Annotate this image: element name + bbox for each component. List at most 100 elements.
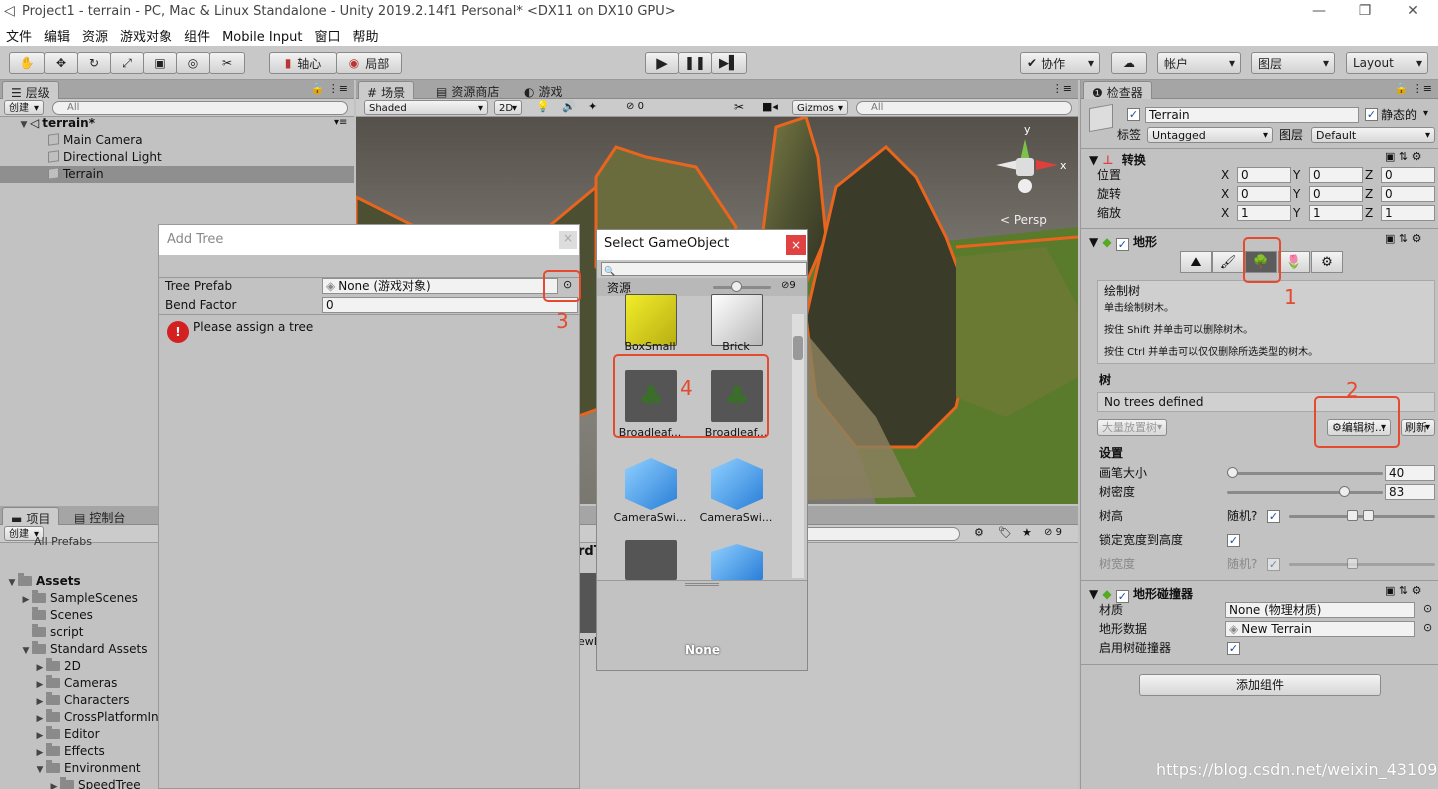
expand-arrow-icon[interactable]: ▼ [6, 575, 18, 592]
filter-type-icon[interactable]: ⚙ [974, 526, 984, 539]
project-folder-2d[interactable]: ▶ 2D [34, 658, 81, 675]
tab-hierarchy[interactable]: ☰ 层级 [2, 81, 59, 100]
favorite-icon[interactable]: ★ [1022, 526, 1032, 539]
brush-size-slider[interactable] [1227, 472, 1383, 475]
position-x-input[interactable]: 0 [1237, 167, 1291, 183]
rotation-z-input[interactable]: 0 [1381, 186, 1435, 202]
component-icons[interactable]: ▣ ⇅ ⚙ [1385, 584, 1421, 597]
add-component-button[interactable]: 添加组件 [1139, 674, 1381, 696]
rotate-tool-icon[interactable]: ↻ [77, 52, 111, 74]
tab-project[interactable]: ▬ 项目 [2, 507, 60, 526]
terrain-data-field[interactable]: ◈ New Terrain [1225, 621, 1415, 637]
tools-icon[interactable]: ✂ [734, 100, 744, 114]
layers-dropdown[interactable]: 图层 ▾ [1251, 52, 1335, 74]
audio-toggle-icon[interactable]: 🔊 [562, 100, 576, 113]
expand-arrow-icon[interactable]: ▼ [34, 762, 46, 779]
position-z-input[interactable]: 0 [1381, 167, 1435, 183]
hierarchy-item-terrain[interactable]: Terrain [0, 166, 354, 183]
tree-height-slider[interactable] [1289, 515, 1435, 518]
asset-thumb-boxsmall[interactable] [625, 294, 677, 346]
cloud-icon[interactable]: ☁ [1111, 52, 1147, 74]
scene-gizmo[interactable]: y x [994, 123, 1074, 203]
project-folder-editor[interactable]: ▶ Editor [34, 726, 100, 743]
material-field[interactable]: None (物理材质) [1225, 602, 1415, 618]
hand-tool-icon[interactable]: ✋ [9, 52, 45, 74]
scale-x-input[interactable]: 1 [1237, 205, 1291, 221]
hierarchy-search-input[interactable]: All [52, 101, 348, 115]
tag-dropdown[interactable]: Untagged [1147, 127, 1273, 143]
effects-toggle-icon[interactable]: ✦ [588, 100, 597, 113]
account-dropdown[interactable]: 帐户 ▾ [1157, 52, 1241, 74]
lighting-toggle-icon[interactable]: 💡 [536, 100, 550, 113]
rotation-x-input[interactable]: 0 [1237, 186, 1291, 202]
asset-thumb-brick[interactable] [711, 294, 763, 346]
select-scrollbar[interactable] [792, 314, 804, 578]
object-name-input[interactable]: Terrain [1145, 107, 1359, 123]
static-dropdown-icon[interactable]: ▾ [1423, 108, 1428, 119]
terrain-data-picker-icon[interactable]: ⊙ [1423, 621, 1432, 634]
tree-prefab-field[interactable]: ◈ None (游戏对象) [322, 278, 558, 294]
brush-size-input[interactable]: 40 [1385, 465, 1435, 481]
terrain-collider-header[interactable]: ▼ ◆ ✓ 地形碰撞器 [1089, 585, 1193, 603]
scale-z-input[interactable]: 1 [1381, 205, 1435, 221]
scene-menu-icon[interactable]: ▾≡ [334, 117, 347, 128]
panel-menu-icon[interactable]: 🔒 ⋮≡ [311, 82, 348, 95]
tab-asset-store[interactable]: ▤ 资源商店 [428, 81, 507, 99]
select-close-icon[interactable]: × [786, 235, 806, 255]
hidden-count[interactable]: ⊘ 9 [1044, 527, 1062, 538]
maximize-icon[interactable]: ❐ [1350, 3, 1380, 19]
favorite-all-prefabs[interactable]: All Prefabs [34, 536, 92, 550]
project-folder-scenes[interactable]: Scenes [20, 607, 93, 624]
add-tree-close-icon[interactable]: × [559, 231, 577, 249]
bend-factor-input[interactable]: 0 [322, 297, 578, 313]
mass-place-trees-button[interactable]: 大量放置树 [1097, 419, 1167, 436]
tree-density-slider[interactable] [1227, 491, 1383, 494]
custom-tool-icon[interactable]: ✂ [209, 52, 245, 74]
active-checkbox[interactable]: ✓ [1127, 108, 1140, 121]
asset-thumb-car[interactable] [625, 540, 677, 580]
refresh-button[interactable]: 刷新 [1401, 419, 1435, 436]
tab-console[interactable]: ▤ 控制台 [66, 507, 133, 525]
enable-tree-colliders-checkbox[interactable]: ✓ [1227, 642, 1240, 655]
step-icon[interactable]: ▶▌ [711, 52, 747, 74]
asset-thumb-cube[interactable] [711, 544, 763, 580]
pivot-button[interactable]: ▮ 轴心 [269, 52, 337, 74]
tab-game[interactable]: ◐ 游戏 [516, 81, 571, 99]
filter-label-icon[interactable]: 🏷 [998, 526, 1012, 539]
tree-density-input[interactable]: 83 [1385, 484, 1435, 500]
transform-tool-icon[interactable]: ◎ [176, 52, 210, 74]
project-folder-cameras[interactable]: ▶ Cameras [34, 675, 117, 692]
scale-tool-icon[interactable]: ⤢ [110, 52, 144, 74]
menu-window[interactable]: 窗口 [309, 24, 347, 45]
position-y-input[interactable]: 0 [1309, 167, 1363, 183]
raise-terrain-icon[interactable]: ⛰ [1180, 251, 1212, 273]
hierarchy-item-directional-light[interactable]: Directional Light [48, 149, 162, 166]
project-folder-characters[interactable]: ▶ Characters [34, 692, 130, 709]
collab-button[interactable]: ✔ 协作 ▾ [1020, 52, 1100, 74]
project-folder-effects[interactable]: ▶ Effects [34, 743, 105, 760]
play-icon[interactable]: ▶ [645, 52, 679, 74]
tree-height-random-checkbox[interactable]: ✓ [1267, 510, 1280, 523]
project-folder-speedtree[interactable]: ▶ SpeedTree [48, 777, 141, 789]
terrain-settings-icon[interactable]: ⚙ [1311, 251, 1343, 273]
gizmos-dropdown[interactable]: Gizmos [792, 100, 848, 115]
lock-width-checkbox[interactable]: ✓ [1227, 534, 1240, 547]
expand-arrow-icon[interactable]: ▶ [48, 779, 60, 789]
project-folder-assets[interactable]: ▼ Assets [6, 573, 81, 590]
tree-width-random-checkbox[interactable]: ✓ [1267, 558, 1280, 571]
terrain-header[interactable]: ▼ ◆ ✓ 地形 [1089, 233, 1157, 251]
tab-scene[interactable]: # 场景 [358, 81, 415, 100]
menu-edit[interactable]: 编辑 [38, 24, 76, 45]
create-dropdown[interactable]: 创建 [4, 100, 44, 115]
shading-dropdown[interactable]: Shaded [364, 100, 488, 115]
menu-help[interactable]: 帮助 [347, 24, 385, 45]
local-button[interactable]: ◉ 局部 [336, 52, 402, 74]
minimize-icon[interactable]: — [1304, 3, 1334, 19]
static-checkbox[interactable]: ✓ [1365, 108, 1378, 121]
expand-arrow-icon[interactable]: ▼ [20, 643, 32, 660]
project-folder-script[interactable]: script [20, 624, 83, 641]
component-icons[interactable]: ▣ ⇅ ⚙ [1385, 232, 1421, 245]
menu-gameobject[interactable]: 游戏对象 [114, 24, 178, 45]
menu-component[interactable]: 组件 [178, 24, 216, 45]
layout-dropdown[interactable]: Layout ▾ [1346, 52, 1428, 74]
